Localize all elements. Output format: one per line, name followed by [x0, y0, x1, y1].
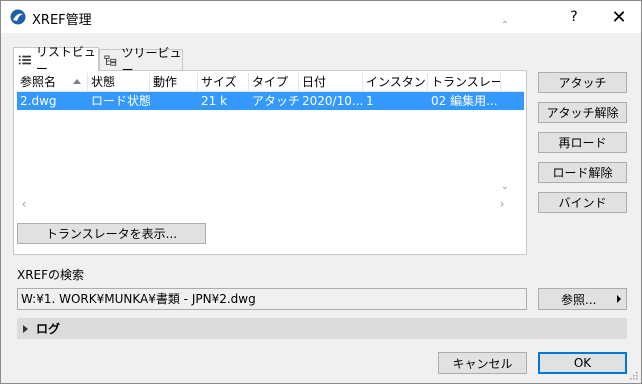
cell-date: 2020/10... — [302, 94, 363, 108]
sort-ascending-icon — [73, 79, 81, 84]
close-button[interactable]: ✕ — [597, 1, 641, 33]
cell-size: 21 k — [201, 94, 228, 108]
xref-search-label: XREFの検索 — [17, 268, 85, 282]
bind-button[interactable]: バインド — [538, 192, 627, 213]
cell-instances: 1 — [366, 94, 374, 108]
title-bar: XREF管理 ? ✕ — [1, 1, 641, 33]
column-header-size[interactable]: サイズ — [198, 73, 249, 92]
attach-button[interactable]: アタッチ — [538, 72, 627, 93]
column-header-action[interactable]: 動作 — [150, 73, 198, 92]
xref-list[interactable]: 参照名 状態 動作 サイズ タイプ 日付 インスタンス トランスレータ 2.dw… — [17, 73, 524, 213]
column-header-date[interactable]: 日付 — [299, 73, 363, 92]
cell-name: 2.dwg — [20, 94, 57, 108]
ok-button[interactable]: OK — [538, 352, 627, 374]
xref-path-field[interactable]: W:¥1. WORK¥MUNKA¥書類 - JPN¥2.dwg — [17, 288, 527, 310]
app-logo-icon — [10, 9, 26, 25]
cell-action — [150, 92, 198, 110]
tab-list-view[interactable]: リストビュー — [13, 45, 99, 76]
detach-button[interactable]: アタッチ解除 — [538, 102, 627, 123]
scroll-left-arrow-icon[interactable]: ‹ — [18, 198, 30, 210]
scroll-down-arrow-icon[interactable]: ⌄ — [499, 182, 511, 192]
column-header-type[interactable]: タイプ — [249, 73, 299, 92]
column-header-instances[interactable]: インスタンス — [363, 73, 428, 92]
list-view-icon — [18, 55, 31, 64]
cell-status: ロード状態 — [91, 94, 150, 108]
reload-button[interactable]: 再ロード — [538, 132, 627, 153]
resize-grip-icon[interactable] — [628, 370, 638, 380]
log-section-toggle[interactable]: ログ — [17, 318, 627, 339]
help-button[interactable]: ? — [552, 1, 596, 33]
column-header-translator[interactable]: トランスレータ — [428, 73, 501, 92]
expand-triangle-icon — [23, 324, 28, 333]
log-label: ログ — [36, 322, 61, 336]
cell-translator: 02 編集用... — [431, 94, 498, 108]
tab-tree-view[interactable]: ツリービュー — [99, 46, 183, 77]
show-translator-button[interactable]: トランスレータを表示... — [17, 223, 206, 244]
scroll-up-arrow-icon[interactable]: ⌃ — [499, 21, 511, 31]
expand-right-icon — [617, 295, 621, 303]
table-row[interactable]: 2.dwg ロード状態 21 k アタッチ 2020/10... 1 02 編集… — [17, 92, 524, 110]
tab-list-view-label: リストビュー — [35, 44, 96, 76]
cancel-button[interactable]: キャンセル — [438, 352, 527, 374]
xref-manager-dialog: XREF管理 ? ✕ リストビュー ツリービュー 参照名 状 — [0, 0, 642, 384]
window-title: XREF管理 — [32, 13, 92, 28]
unload-button[interactable]: ロード解除 — [538, 162, 627, 183]
cell-type: アタッチ — [252, 94, 299, 108]
browse-button-label: 参照... — [561, 292, 597, 307]
tree-view-icon — [104, 55, 117, 66]
browse-button[interactable]: 参照... — [538, 288, 627, 310]
scroll-right-arrow-icon[interactable]: › — [496, 198, 508, 210]
